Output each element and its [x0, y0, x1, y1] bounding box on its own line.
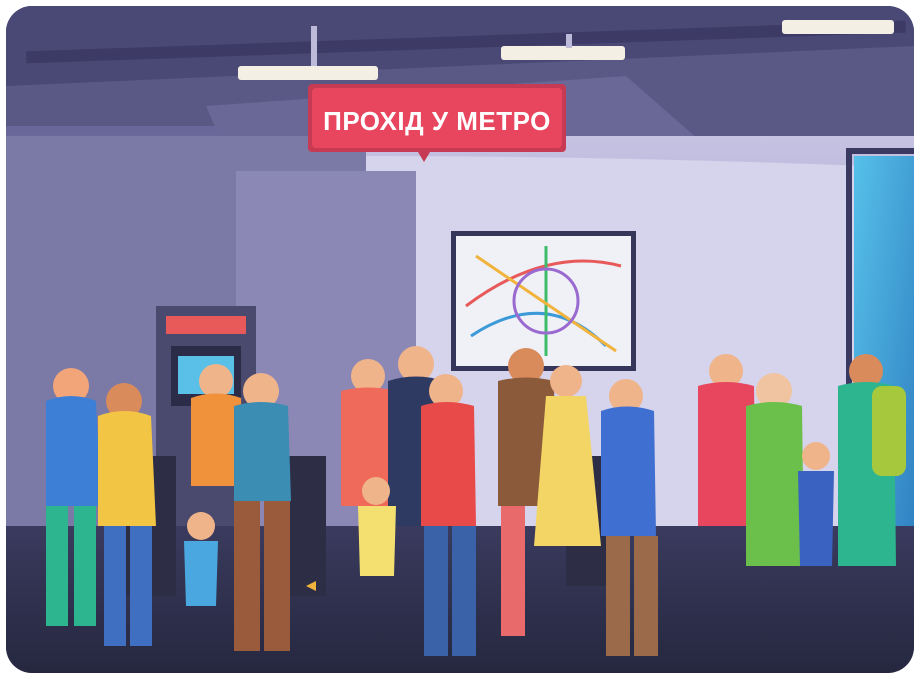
metro-entrance-sign: ПРОХІД У МЕТРО: [308, 84, 566, 162]
metro-map-icon: [451, 231, 636, 371]
sign-text: ПРОХІД У МЕТРО: [323, 106, 551, 136]
subway-illustration: ПРОХІД У МЕТРО: [6, 6, 914, 673]
subway-scene: ПРОХІД У МЕТРО: [6, 6, 914, 673]
